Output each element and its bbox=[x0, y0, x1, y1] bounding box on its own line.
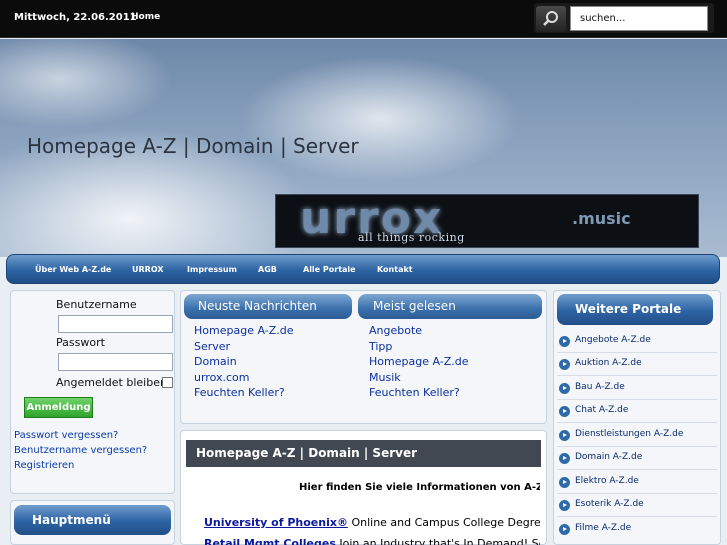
banner-logo-sub: .music bbox=[572, 209, 631, 228]
play-bullet-icon bbox=[559, 359, 570, 370]
play-bullet-icon bbox=[559, 430, 570, 441]
urrox-banner[interactable]: urrox .music all things rocking bbox=[275, 194, 699, 248]
tab-neuste-nachrichten[interactable]: Neuste Nachrichten bbox=[184, 294, 352, 319]
search-icon[interactable] bbox=[536, 6, 566, 32]
tab-meist-gelesen[interactable]: Meist gelesen bbox=[358, 294, 542, 319]
home-link[interactable]: Home bbox=[131, 12, 160, 22]
portal-item[interactable]: Dienstleistungen A-Z.de bbox=[557, 425, 717, 447]
nav-item-agb[interactable]: AGB bbox=[258, 265, 277, 274]
ad-link[interactable]: Retail Mgmt Colleges bbox=[204, 537, 336, 545]
main-menu-heading[interactable]: Hauptmenü bbox=[14, 505, 171, 535]
play-bullet-icon bbox=[559, 336, 570, 347]
news-item[interactable]: Domain bbox=[194, 355, 237, 368]
portal-item[interactable]: Elektro A-Z.de bbox=[557, 472, 717, 494]
main-nav: Über Web A-Z.de URROX Impressum AGB Alle… bbox=[6, 254, 720, 284]
play-bullet-icon bbox=[559, 406, 570, 417]
nav-item-kontakt[interactable]: Kontakt bbox=[377, 265, 413, 274]
site-title: Homepage A-Z | Domain | Server bbox=[27, 134, 359, 158]
news-item[interactable]: urrox.com bbox=[194, 371, 249, 384]
banner-tagline: all things rocking bbox=[358, 231, 465, 244]
portal-item[interactable]: Domain A-Z.de bbox=[557, 448, 717, 470]
password-field[interactable] bbox=[58, 353, 173, 371]
nav-item-ueber-web[interactable]: Über Web A-Z.de bbox=[35, 265, 111, 274]
portal-item-label: Chat A-Z.de bbox=[575, 405, 629, 415]
portal-item-label: Auktion A-Z.de bbox=[575, 358, 642, 368]
portal-item-label: Dienstleistungen A-Z.de bbox=[575, 429, 684, 439]
ad-text: Online and Campus College Degrees. G bbox=[351, 516, 540, 529]
popular-item[interactable]: Feuchten Keller? bbox=[369, 386, 460, 399]
username-label: Benutzername bbox=[56, 298, 137, 311]
ad-line: University of Phoenix® Online and Campus… bbox=[204, 516, 540, 529]
popular-item[interactable]: Homepage A-Z.de bbox=[369, 355, 469, 368]
current-date: Mittwoch, 22.06.2011 bbox=[14, 12, 137, 23]
portal-item-label: Bau A-Z.de bbox=[575, 382, 625, 392]
portal-item[interactable]: Filme A-Z.de bbox=[557, 519, 717, 541]
popular-item[interactable]: Tipp bbox=[369, 340, 392, 353]
nav-item-urrox[interactable]: URROX bbox=[132, 265, 164, 274]
password-label: Passwort bbox=[56, 336, 105, 349]
search-input[interactable] bbox=[570, 6, 708, 31]
ad-link[interactable]: University of Phoenix® bbox=[204, 516, 348, 529]
news-item[interactable]: Server bbox=[194, 340, 230, 353]
remember-checkbox[interactable] bbox=[162, 377, 173, 388]
popular-item[interactable]: Angebote bbox=[369, 324, 422, 337]
portal-item-label: Domain A-Z.de bbox=[575, 452, 643, 462]
play-bullet-icon bbox=[559, 453, 570, 464]
portal-item[interactable]: Chat A-Z.de bbox=[557, 401, 717, 423]
play-bullet-icon bbox=[559, 383, 570, 394]
play-bullet-icon bbox=[559, 524, 570, 535]
remember-label: Angemeldet bleiben bbox=[56, 376, 167, 389]
portal-item[interactable]: Bau A-Z.de bbox=[557, 378, 717, 400]
portal-item-label: Angebote A-Z.de bbox=[575, 335, 651, 345]
login-button[interactable]: Anmeldung bbox=[24, 397, 93, 418]
forgot-password-link[interactable]: Passwort vergessen? bbox=[14, 430, 118, 441]
ad-line: Retail Mgmt Colleges Join an Industry th… bbox=[204, 537, 540, 545]
play-bullet-icon bbox=[559, 500, 570, 511]
portal-item-label: Esoterik A-Z.de bbox=[575, 499, 644, 509]
register-link[interactable]: Registrieren bbox=[14, 460, 74, 471]
play-bullet-icon bbox=[559, 477, 570, 488]
portal-item-label: Filme A-Z.de bbox=[575, 523, 632, 533]
ad-text: Join an Industry that's In Demand! Searc… bbox=[339, 537, 540, 545]
portals-heading: Weitere Portale bbox=[557, 294, 713, 325]
portal-item-label: Elektro A-Z.de bbox=[575, 476, 639, 486]
content-intro: Hier finden Sie viele Informationen von … bbox=[299, 482, 540, 493]
nav-item-alle-portale[interactable]: Alle Portale bbox=[303, 265, 356, 274]
portal-item[interactable]: Angebote A-Z.de bbox=[557, 331, 717, 353]
content-heading: Homepage A-Z | Domain | Server bbox=[186, 440, 541, 467]
news-item[interactable]: Feuchten Keller? bbox=[194, 386, 285, 399]
news-item[interactable]: Homepage A-Z.de bbox=[194, 324, 294, 337]
portal-item[interactable]: Esoterik A-Z.de bbox=[557, 495, 717, 517]
username-field[interactable] bbox=[58, 315, 173, 333]
popular-item[interactable]: Musik bbox=[369, 371, 401, 384]
forgot-username-link[interactable]: Benutzername vergessen? bbox=[14, 445, 147, 456]
portal-item[interactable]: Auktion A-Z.de bbox=[557, 354, 717, 376]
nav-item-impressum[interactable]: Impressum bbox=[187, 265, 237, 274]
